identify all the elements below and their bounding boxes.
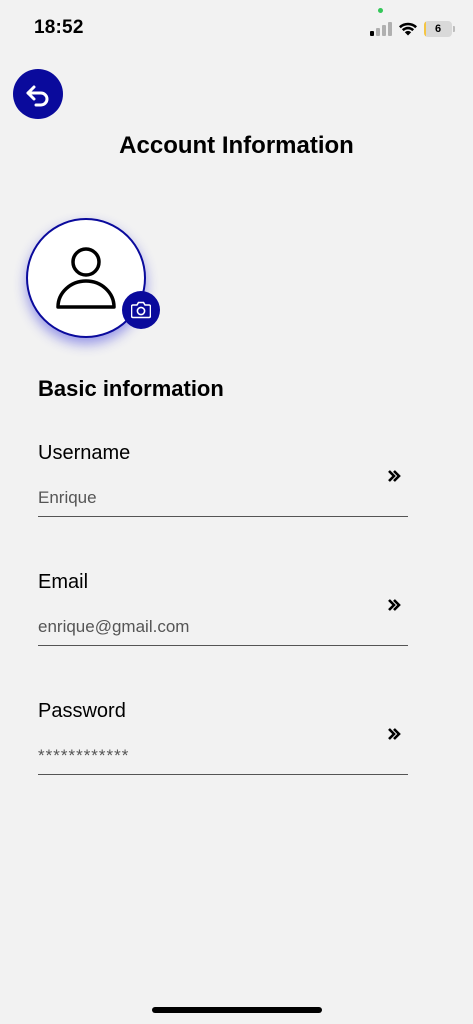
status-time: 18:52 [34,17,84,38]
change-photo-button[interactable] [122,291,160,329]
double-chevron-right-icon[interactable] [386,468,404,484]
field-underline [38,516,408,517]
back-button[interactable] [13,69,63,119]
wifi-icon [399,22,417,36]
email-field[interactable]: Email enrique@gmail.com [38,571,408,661]
double-chevron-right-icon[interactable] [386,726,404,742]
field-underline [38,774,408,775]
section-title: Basic information [38,376,224,401]
field-label: Password [38,700,126,722]
field-underline [38,645,408,646]
double-chevron-right-icon[interactable] [386,597,404,613]
undo-arrow-icon [26,85,49,107]
page-title: Account Information [119,132,354,159]
home-indicator[interactable] [152,1007,322,1013]
user-icon [56,247,116,309]
field-value: ************ [38,746,130,765]
battery-cap [453,26,455,32]
field-label: Email [38,571,89,593]
username-field[interactable]: Username Enrique [38,442,408,532]
battery-level: 6 [434,23,442,35]
field-value: Enrique [38,488,97,507]
battery-icon: 6 [424,21,452,37]
field-label: Username [38,442,131,464]
camera-icon [131,301,151,319]
password-field[interactable]: Password ************ [38,700,408,790]
field-value: enrique@gmail.com [38,617,190,636]
signal-icon [370,22,392,36]
privacy-indicator-dot [378,8,383,13]
